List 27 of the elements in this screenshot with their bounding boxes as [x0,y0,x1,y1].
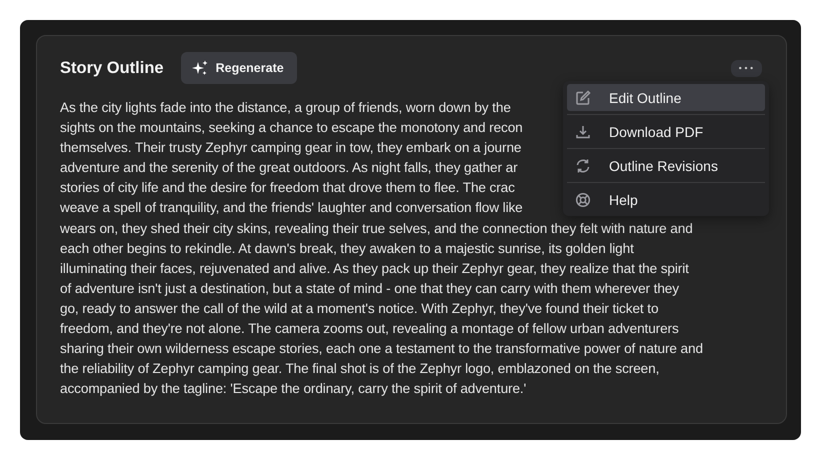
paragraph-line: stories of city life and the desire for freedom that drove them to flee. The crac [60,179,515,198]
paragraph-line: each other begins to rekindle. At dawn's break, they awaken to a majestic sunrise, its golden light [60,240,634,258]
paragraph-line: adventure and the serenity of the great outdoors. As night falls, they gather ar [60,159,518,178]
sparkles-icon [192,60,208,76]
paragraph-line: sights on the mountains, seeking a chance to escape the monotony and recon [60,119,523,138]
regenerate-button[interactable]: Regenerate [180,52,297,84]
edit-icon [575,90,591,106]
menu-item[interactable]: Download PDF [567,118,765,145]
paragraph-line: weave a spell of tranquility, and the friends' laughter and conversation flow like [60,199,523,218]
paragraph-line: freedom, and they're not alone. The camera zooms out, revealing a montage of fellow urban adventurers [60,320,679,338]
paragraph-line: illuminating their faces, rejuvenated and alive. As they pack up their Zephyr gear, they realize that the spirit [60,260,689,278]
paragraph-line: go, ready to answer the call of the wild at a moment's notice. With Zephyr, they've found their ticket to [60,300,658,318]
download-icon [575,124,591,140]
menu-item[interactable]: Edit Outline [567,84,765,111]
more-button[interactable]: ••• [730,60,762,76]
paragraph-line: As the city lights fade into the distance, a group of friends, worn down by the [60,99,511,117]
menu-item[interactable]: Help [567,186,765,213]
menu-item[interactable]: Outline Revisions [567,152,765,179]
lifebuoy-icon [575,192,591,208]
refresh-icon [575,158,591,174]
paragraph-line: sharing their own wilderness escape stories, each one a testament to the transformative power of nature and [60,340,703,358]
paragraph-line: of adventure isn't just a destination, but a state of mind - one that they can carry with them wherever they [60,280,679,298]
paragraph-line: themselves. Their trusty Zephyr camping gear in tow, they embark on a journe [60,139,522,158]
paragraph-line: wears on, they shed their city skins, revealing their true selves, and the connection they felt with nature and [60,220,693,238]
paragraph-line: accompanied by the tagline: 'Escape the ordinary, carry the spirit of adventure.' [60,380,526,398]
paragraph-line: the reliability of Zephyr camping gear. The final shot is of the Zephyr logo, emblazoned on the screen, [60,360,660,378]
card-title: Story Outline [60,58,164,78]
